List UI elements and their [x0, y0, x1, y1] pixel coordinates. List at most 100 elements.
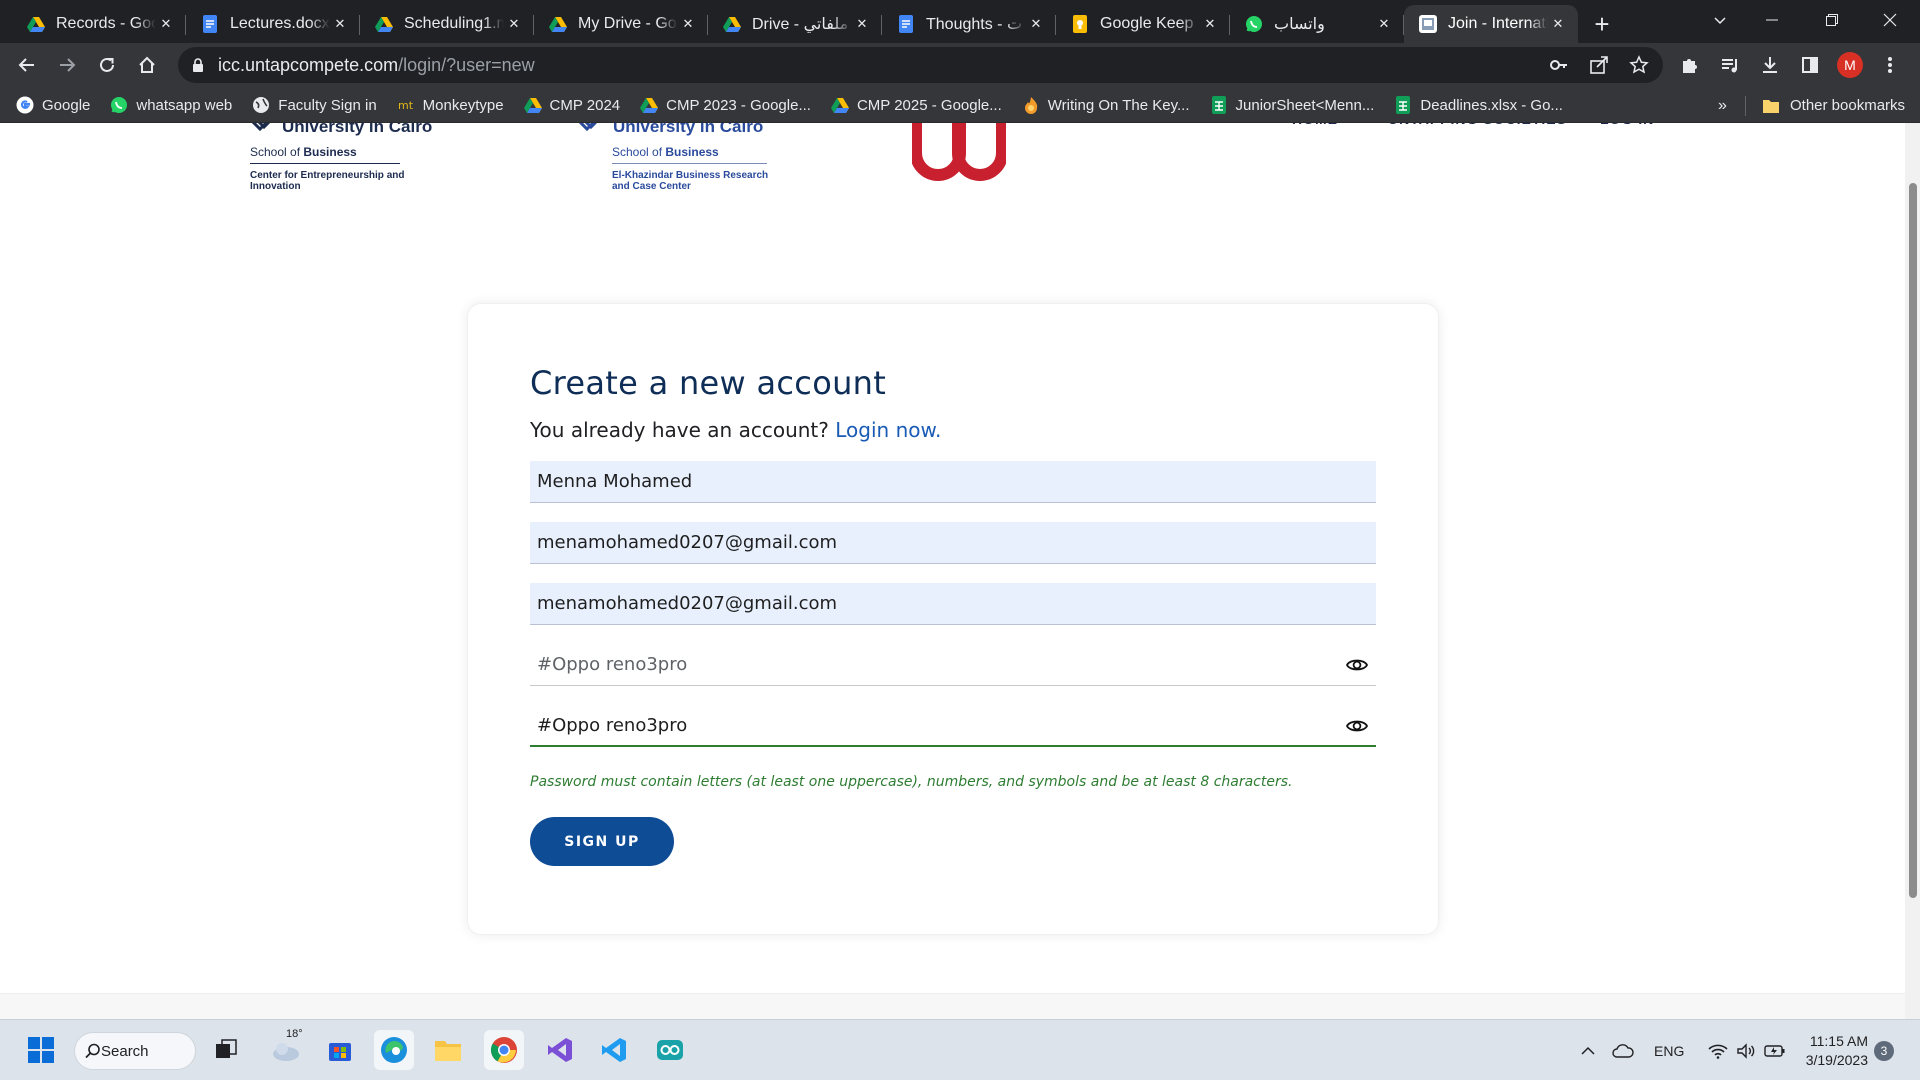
forward-button[interactable] [47, 45, 87, 85]
untap-logo-icon[interactable] [912, 123, 1006, 183]
bookmark-item[interactable]: JuniorSheet<Menn... [1210, 96, 1374, 114]
nav-login[interactable]: LOG IN [1600, 123, 1660, 131]
close-tab-icon[interactable]: ✕ [330, 14, 350, 34]
auc-chevron-icon [578, 123, 598, 132]
cloud-icon [273, 1043, 299, 1061]
profile-button[interactable]: M [1830, 45, 1870, 85]
bookmark-item[interactable]: Writing On The Key... [1022, 96, 1190, 114]
file-explorer-button[interactable] [428, 1030, 468, 1070]
weather-widget[interactable]: 18° [266, 1028, 306, 1070]
other-bookmarks-folder[interactable]: Other bookmarks [1762, 88, 1905, 123]
key-icon[interactable] [1549, 55, 1569, 75]
bookmark-item[interactable]: Deadlines.xlsx - Go... [1394, 96, 1563, 114]
bookmark-item[interactable]: Faculty Sign in [252, 96, 377, 114]
chrome-taskbar-button[interactable] [484, 1030, 524, 1070]
reload-button[interactable] [87, 45, 127, 85]
confirm-email-field[interactable]: menamohamed0207@gmail.com [530, 583, 1376, 625]
close-tab-icon[interactable]: ✕ [1200, 14, 1220, 34]
nav-untapping-societies[interactable]: UNTAPPING SOCIETIES [1388, 123, 1568, 131]
full-name-field[interactable]: Menna Mohamed [530, 461, 1376, 503]
login-link[interactable]: Login now. [835, 418, 941, 442]
bookmark-item[interactable]: CMP 2024 [523, 96, 620, 114]
eye-icon[interactable] [1346, 715, 1368, 737]
task-view-button[interactable] [206, 1030, 246, 1070]
menu-button[interactable] [1870, 45, 1910, 85]
bookmark-item[interactable]: CMP 2025 - Google... [830, 96, 1002, 114]
volume-icon[interactable] [1736, 1042, 1756, 1059]
close-tab-icon[interactable]: ✕ [504, 14, 524, 34]
close-tab-icon[interactable]: ✕ [1548, 14, 1568, 34]
eye-icon[interactable] [1346, 654, 1368, 676]
bookmark-item[interactable]: CMP 2023 - Google... [640, 96, 811, 114]
tab-title: Lectures.docx [230, 15, 330, 32]
bookmark-item[interactable]: whatsapp web [110, 96, 232, 114]
lock-icon [193, 58, 203, 72]
google-drive-icon [548, 14, 568, 34]
edge-icon [381, 1037, 407, 1063]
taskbar-search[interactable]: Search [74, 1032, 196, 1070]
close-window-button[interactable] [1860, 0, 1920, 40]
browser-tab[interactable]: Thoughts - ت ✕ [882, 5, 1056, 43]
playlist-icon [1722, 59, 1737, 73]
close-tab-icon[interactable]: ✕ [678, 14, 698, 34]
side-panel-button[interactable] [1790, 45, 1830, 85]
taskbar-clock[interactable]: 11:15 AM 3/19/2023 [1792, 1032, 1868, 1070]
restore-button[interactable] [1802, 0, 1862, 40]
bookmarks-overflow-button[interactable]: » [1718, 88, 1727, 123]
browser-tab[interactable]: Join - International✕ [1404, 5, 1578, 43]
close-tab-icon[interactable]: ✕ [1026, 14, 1046, 34]
wifi-icon[interactable] [1708, 1043, 1728, 1059]
khazindar-logo[interactable]: University in Cairo School of Business E… [575, 123, 775, 192]
extensions-button[interactable] [1670, 45, 1710, 85]
arduino-button[interactable] [650, 1030, 690, 1070]
close-tab-icon[interactable]: ✕ [852, 14, 872, 34]
reload-icon [100, 57, 114, 72]
bookmark-item[interactable]: Google [16, 96, 90, 114]
nav-home[interactable]: HOME [1292, 123, 1342, 131]
page-title: Create a new account [530, 364, 887, 402]
share-icon[interactable] [1579, 55, 1619, 75]
browser-tab[interactable]: My Drive - Google Drive✕ [534, 5, 708, 43]
tab-search-button[interactable] [1690, 0, 1750, 40]
login-prompt: You already have an account? Login now. [530, 418, 941, 442]
visual-studio-button[interactable] [540, 1030, 580, 1070]
arrow-right-icon [60, 58, 76, 72]
close-tab-icon[interactable]: ✕ [1374, 14, 1394, 34]
browser-tab[interactable]: واتساب ✕ [1230, 5, 1404, 43]
close-tab-icon[interactable]: ✕ [156, 14, 176, 34]
bookmark-item[interactable]: mt Monkeytype [397, 96, 504, 114]
battery-charging-icon[interactable] [1764, 1043, 1786, 1059]
onedrive-cloud-icon[interactable] [1612, 1043, 1634, 1059]
back-button[interactable] [7, 45, 47, 85]
download-icon [1763, 57, 1777, 73]
browser-tab[interactable]: Scheduling1.mp4✕ [360, 5, 534, 43]
microsoft-store-button[interactable] [320, 1030, 360, 1070]
google-icon [16, 96, 34, 114]
notification-badge[interactable]: 3 [1874, 1041, 1894, 1061]
start-button[interactable] [21, 1030, 61, 1070]
new-tab-button[interactable]: + [1582, 5, 1622, 43]
scrollbar-thumb[interactable] [1909, 183, 1917, 898]
vscode-button[interactable] [594, 1030, 634, 1070]
media-control-button[interactable] [1710, 45, 1750, 85]
input-language[interactable]: ENG [1654, 1043, 1684, 1059]
windows-logo-icon [28, 1037, 54, 1063]
minimize-button[interactable] [1742, 0, 1802, 40]
confirm-password-field[interactable]: #Oppo reno3pro [530, 705, 1376, 747]
browser-tab[interactable]: Drive - ملفاتي ✕ [708, 5, 882, 43]
edge-taskbar-button[interactable] [374, 1030, 414, 1070]
bookmark-star-icon[interactable] [1629, 55, 1649, 75]
sign-up-button[interactable]: SIGN UP [530, 817, 674, 866]
downloads-button[interactable] [1750, 45, 1790, 85]
page-scrollbar[interactable] [1905, 123, 1920, 1019]
cei-logo[interactable]: University in Cairo School of Business C… [250, 123, 440, 192]
whatsapp-icon [1244, 14, 1264, 34]
browser-tab[interactable]: Records - Google Drive✕ [12, 5, 186, 43]
chevron-up-icon[interactable] [1580, 1043, 1596, 1059]
browser-tab[interactable]: Google Keep ✕ [1056, 5, 1230, 43]
home-button[interactable] [127, 45, 167, 85]
address-bar[interactable]: icc.untapcompete.com/login/?user=new [178, 47, 1663, 83]
browser-tab[interactable]: Lectures.docx ✕ [186, 5, 360, 43]
password-field[interactable]: #Oppo reno3pro [530, 644, 1376, 686]
email-field[interactable]: menamohamed0207@gmail.com [530, 522, 1376, 564]
